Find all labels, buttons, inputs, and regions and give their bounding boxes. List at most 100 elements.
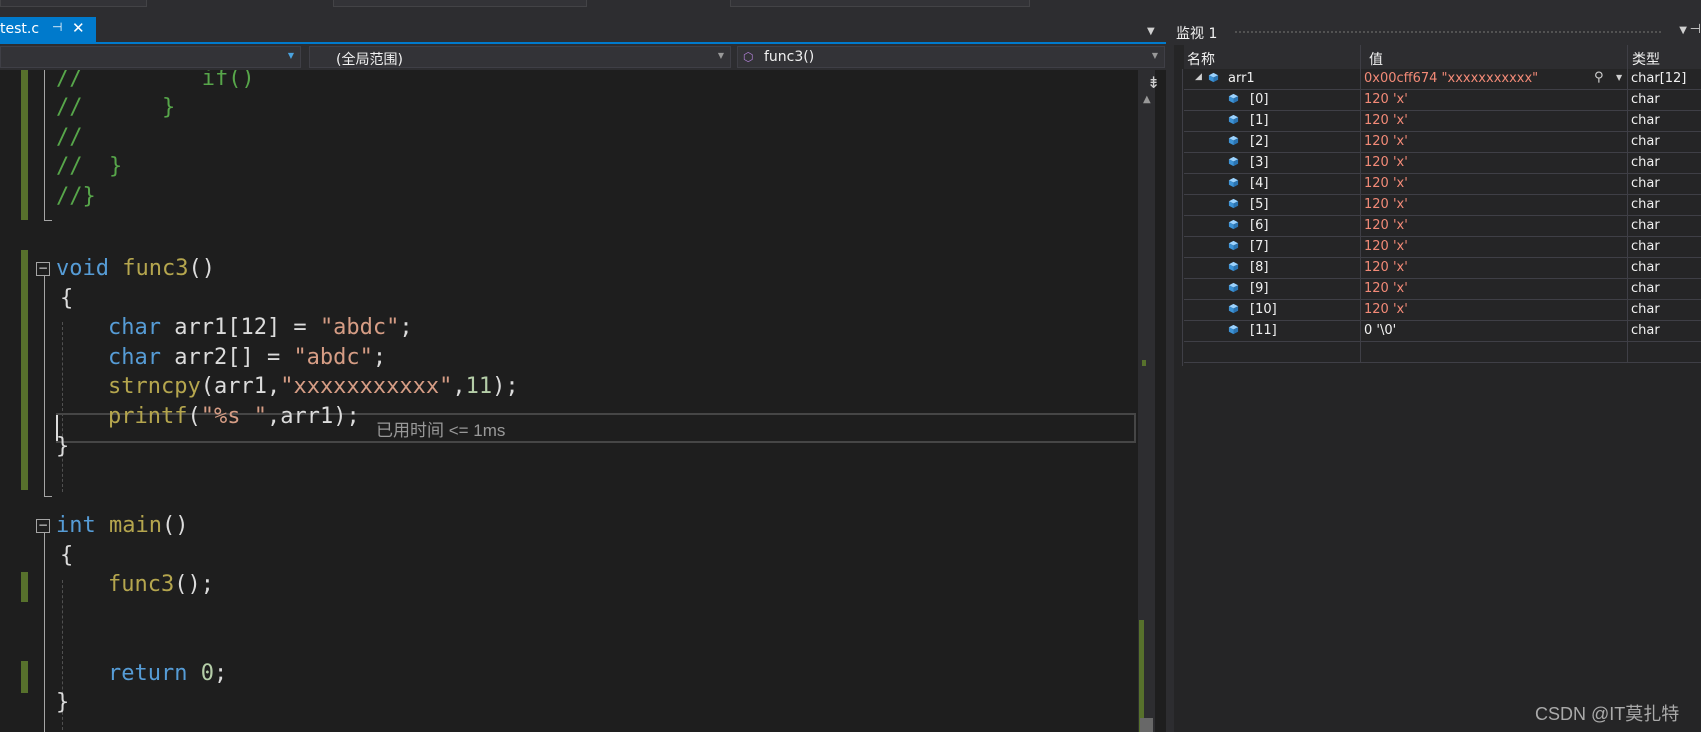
variable-cube-icon	[1228, 198, 1239, 209]
watch-value[interactable]: 120 'x'	[1364, 92, 1408, 107]
punctuation: ;	[399, 315, 413, 340]
function-dropdown[interactable]: ⬡ func3() ▼	[737, 46, 1165, 68]
variable-cube-icon	[1228, 156, 1239, 167]
watch-row[interactable]: [6] 120 'x' char	[1184, 216, 1701, 237]
watch-row[interactable]: [2] 120 'x' char	[1184, 132, 1701, 153]
string-literal: "xxxxxxxxxxx"	[280, 374, 453, 399]
toolbar	[0, 0, 1701, 17]
punctuation: ;	[372, 345, 387, 370]
punctuation: ;	[213, 661, 228, 686]
change-bar	[21, 661, 28, 693]
code-line: //	[56, 125, 83, 150]
column-separator	[1360, 90, 1361, 111]
variable-cube-icon	[1228, 135, 1239, 146]
watch-name: [2]	[1250, 134, 1269, 149]
watch-value[interactable]: 120 'x'	[1364, 302, 1408, 317]
watch-value[interactable]: 120 'x'	[1364, 218, 1408, 233]
split-window-icon[interactable]: ⇟	[1147, 73, 1160, 92]
magnifier-icon[interactable]: ⚲	[1594, 70, 1604, 85]
watch-row-empty[interactable]	[1184, 342, 1701, 363]
watch-value[interactable]: 120 'x'	[1364, 281, 1408, 296]
keyword: int	[56, 513, 96, 538]
column-header-name[interactable]: 名称	[1187, 49, 1215, 69]
collapse-icon[interactable]: −	[36, 519, 50, 533]
scroll-thumb[interactable]	[1140, 718, 1153, 732]
perf-tip[interactable]: 已用时间 <= 1ms	[376, 416, 505, 441]
watermark: CSDN @IT莫扎特	[1535, 704, 1680, 724]
watch-value[interactable]: 120 'x'	[1364, 197, 1408, 212]
column-header-value[interactable]: 值	[1369, 49, 1383, 69]
watch-value[interactable]: 120 'x'	[1364, 155, 1408, 170]
toolbar-dropdown[interactable]	[333, 0, 587, 7]
watch-row[interactable]: [11] 0 '\0' char	[1184, 321, 1701, 342]
function-name: main	[109, 513, 162, 538]
variable-cube-icon	[1228, 261, 1239, 272]
panel-splitter[interactable]	[1166, 17, 1174, 732]
punctuation: ()	[188, 256, 215, 281]
watch-value[interactable]: 120 'x'	[1364, 260, 1408, 275]
watch-row[interactable]: [4] 120 'x' char	[1184, 174, 1701, 195]
project-dropdown[interactable]: ▼	[0, 46, 301, 68]
tab-test-c[interactable]: test.c ⊣ ✕	[0, 17, 96, 42]
pin-icon[interactable]: ⊣	[1690, 22, 1701, 37]
watch-row[interactable]: [0] 120 'x' char	[1184, 90, 1701, 111]
watch-value[interactable]: 0 '\0'	[1364, 323, 1396, 338]
punctuation: (	[187, 404, 201, 429]
watch-value[interactable]: 120 'x'	[1364, 113, 1408, 128]
code-line: void func3()	[56, 254, 215, 284]
toolbar-dropdown[interactable]	[730, 0, 1030, 7]
watch-type: char	[1631, 134, 1660, 149]
watch-value[interactable]: 120 'x'	[1364, 134, 1408, 149]
watch-row[interactable]: [9] 120 'x' char	[1184, 279, 1701, 300]
watch-type: char	[1631, 239, 1660, 254]
column-separator	[1627, 300, 1628, 321]
column-separator	[1360, 69, 1361, 90]
code-line: strncpy(arr1,"xxxxxxxxxxx",11);	[108, 372, 519, 402]
watch-name: [4]	[1250, 176, 1269, 191]
chevron-down-icon: ▼	[717, 51, 724, 60]
watch-row[interactable]: [3] 120 'x' char	[1184, 153, 1701, 174]
column-separator[interactable]	[1627, 45, 1628, 69]
code-editor[interactable]: − − // if() // } // // } //} void func3(…	[0, 70, 1138, 732]
watch-row[interactable]: [10] 120 'x' char	[1184, 300, 1701, 321]
close-icon[interactable]: ✕	[72, 19, 85, 37]
watch-name: [1]	[1250, 113, 1269, 128]
collapse-triangle-icon[interactable]: ◢	[1195, 72, 1202, 82]
column-separator[interactable]	[1360, 45, 1361, 69]
watch-name: [3]	[1250, 155, 1269, 170]
collapse-icon[interactable]: −	[36, 262, 50, 276]
tab-overflow-dropdown-icon[interactable]: ▼	[1147, 26, 1155, 37]
tab-filename: test.c	[0, 21, 40, 37]
watch-row[interactable]: [5] 120 'x' char	[1184, 195, 1701, 216]
function-name: strncpy	[108, 374, 201, 399]
watch-value[interactable]: 120 'x'	[1364, 239, 1408, 254]
variable-cube-icon	[1228, 219, 1239, 230]
watch-name: [9]	[1250, 281, 1269, 296]
outline-guide	[44, 276, 45, 496]
string-literal: "abdc"	[293, 345, 373, 370]
watch-name: arr1	[1228, 71, 1255, 86]
code-line: // if()	[56, 70, 255, 91]
editor-tab-strip	[0, 17, 1166, 42]
pin-icon[interactable]: ⊣	[52, 20, 62, 34]
column-header-type[interactable]: 类型	[1632, 49, 1660, 69]
watch-row-root[interactable]: ◢ arr1 0x00cff674 "xxxxxxxxxxx" ⚲ ▼ char…	[1184, 69, 1701, 90]
method-cube-icon: ⬡	[743, 50, 754, 64]
scope-dropdown[interactable]: (全局范围) ▼	[309, 46, 731, 68]
watch-value[interactable]: 120 'x'	[1364, 176, 1408, 191]
toolbar-dropdown[interactable]	[0, 0, 147, 7]
chevron-down-icon[interactable]: ▼	[1679, 25, 1687, 36]
watch-row[interactable]: [8] 120 'x' char	[1184, 258, 1701, 279]
column-separator	[1627, 153, 1628, 174]
chevron-down-icon[interactable]: ▼	[1616, 73, 1622, 82]
variable-cube-icon	[1228, 93, 1239, 104]
vertical-scrollbar[interactable]	[1138, 70, 1155, 732]
scroll-up-arrow-icon[interactable]: ▲	[1143, 94, 1151, 105]
code-text: arr2[] =	[160, 345, 294, 370]
watch-row[interactable]: [7] 120 'x' char	[1184, 237, 1701, 258]
watch-row[interactable]: [1] 120 'x' char	[1184, 111, 1701, 132]
drag-grip[interactable]	[1234, 30, 1661, 34]
column-separator	[1360, 111, 1361, 132]
watch-type: char	[1631, 92, 1660, 107]
watch-value[interactable]: 0x00cff674 "xxxxxxxxxxx"	[1364, 71, 1538, 86]
